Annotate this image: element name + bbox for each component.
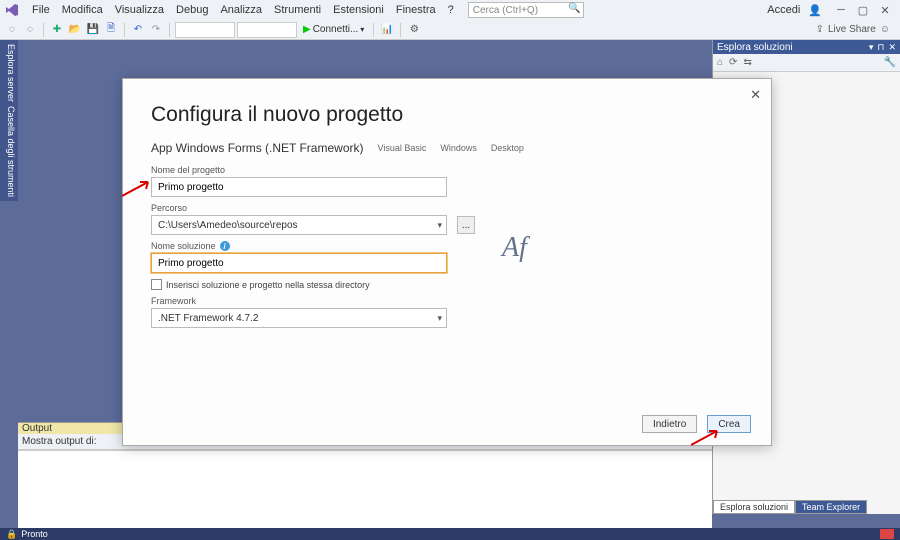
framework-dropdown[interactable]: .NET Framework 4.7.2 bbox=[151, 308, 447, 328]
menubar: File Modifica Visualizza Debug Analizza … bbox=[0, 0, 900, 20]
menu-strumenti[interactable]: Strumenti bbox=[268, 2, 327, 18]
tab-solution-explorer[interactable]: Esplora soluzioni bbox=[713, 500, 795, 514]
info-icon[interactable]: i bbox=[220, 241, 230, 251]
toolbar: ◌ ◌ ✚ 📂 💾 🗎 ↶ ↷ ▶ Connetti... ▾ 📊 ⚙ ⇪ Li… bbox=[0, 20, 900, 40]
vs-logo-icon bbox=[4, 2, 20, 18]
new-icon[interactable]: ✚ bbox=[49, 22, 65, 38]
menu-file[interactable]: File bbox=[26, 2, 56, 18]
back-button[interactable]: Indietro bbox=[642, 415, 697, 433]
menu-modifica[interactable]: Modifica bbox=[56, 2, 109, 18]
save-all-icon[interactable]: 🗎 bbox=[103, 22, 119, 38]
sign-in-link[interactable]: Accedi bbox=[767, 4, 800, 16]
menu-finestra[interactable]: Finestra bbox=[390, 2, 442, 18]
status-ready: Pronto bbox=[21, 529, 48, 539]
menu-debug[interactable]: Debug bbox=[170, 2, 214, 18]
redo-icon[interactable]: ↷ bbox=[148, 22, 164, 38]
menu-analizza[interactable]: Analizza bbox=[214, 2, 268, 18]
sol-home-icon[interactable]: ⌂ bbox=[717, 57, 723, 68]
statusbar: 🔒 Pronto bbox=[0, 528, 900, 540]
tab-team-explorer[interactable]: Team Explorer bbox=[795, 500, 867, 514]
sol-wrench-icon[interactable]: 🔧 bbox=[884, 57, 896, 68]
search-placeholder: Cerca (Ctrl+Q) bbox=[473, 5, 538, 16]
start-label: Connetti... bbox=[313, 24, 359, 35]
status-notification-icon[interactable] bbox=[880, 529, 894, 539]
panel-pin-icon[interactable]: ⊓ bbox=[877, 42, 884, 53]
side-tab-server-explorer[interactable]: Esplora server bbox=[0, 40, 18, 106]
tag-type: Desktop bbox=[491, 143, 524, 153]
sol-refresh-icon[interactable]: ⟳ bbox=[729, 57, 737, 68]
label-location: Percorso bbox=[151, 203, 743, 213]
framework-value: .NET Framework 4.7.2 bbox=[158, 313, 258, 324]
menu-help[interactable]: ? bbox=[442, 2, 460, 18]
solution-explorer-header: Esplora soluzioni ▾ ⊓ ✕ bbox=[713, 40, 900, 54]
feedback-icon[interactable]: ☺ bbox=[880, 24, 890, 35]
side-tab-toolbox[interactable]: Casella degli strumenti bbox=[0, 102, 18, 201]
sol-sync-icon[interactable]: ⇆ bbox=[743, 57, 751, 68]
tag-platform: Windows bbox=[440, 143, 477, 153]
same-directory-label: Inserisci soluzione e progetto nella ste… bbox=[166, 280, 370, 290]
liveshare-label[interactable]: Live Share bbox=[828, 24, 876, 35]
panel-dropdown-icon[interactable]: ▾ bbox=[869, 42, 874, 53]
label-solution-name: Nome soluzione i bbox=[151, 241, 743, 251]
play-icon: ▶ bbox=[303, 24, 311, 35]
location-value: C:\Users\Amedeo\source\repos bbox=[158, 220, 298, 231]
save-icon[interactable]: 💾 bbox=[85, 22, 101, 38]
menu-visualizza[interactable]: Visualizza bbox=[109, 2, 170, 18]
label-project-name: Nome del progetto bbox=[151, 165, 743, 175]
start-button[interactable]: ▶ Connetti... ▾ bbox=[299, 24, 368, 35]
search-input[interactable]: Cerca (Ctrl+Q) 🔍 bbox=[468, 2, 584, 18]
location-dropdown[interactable]: C:\Users\Amedeo\source\repos bbox=[151, 215, 447, 235]
search-icon: 🔍 bbox=[568, 3, 580, 14]
label-framework: Framework bbox=[151, 296, 743, 306]
settings-icon[interactable]: ⚙ bbox=[406, 22, 422, 38]
new-project-dialog: ✕ Configura il nuovo progetto App Window… bbox=[122, 78, 772, 446]
nav-fwd-icon[interactable]: ◌ bbox=[22, 22, 38, 38]
panel-close-icon[interactable]: ✕ bbox=[888, 42, 896, 53]
solution-toolbar: ⌂ ⟳ ⇆ 🔧 bbox=[713, 54, 900, 72]
status-lock-icon: 🔒 bbox=[6, 529, 17, 540]
project-name-input[interactable] bbox=[151, 177, 447, 197]
dialog-close-button[interactable]: ✕ bbox=[750, 87, 761, 103]
output-source-label: Mostra output di: bbox=[22, 436, 96, 447]
dialog-subtitle: App Windows Forms (.NET Framework) bbox=[151, 141, 363, 155]
browse-button[interactable]: ... bbox=[457, 216, 475, 234]
create-button[interactable]: Crea bbox=[707, 415, 751, 433]
menu-estensioni[interactable]: Estensioni bbox=[327, 2, 390, 18]
user-icon[interactable]: 👤 bbox=[808, 4, 822, 17]
solution-name-input[interactable] bbox=[151, 253, 447, 273]
close-button[interactable]: ✕ bbox=[874, 2, 896, 18]
platform-dropdown[interactable] bbox=[237, 22, 297, 38]
config-dropdown[interactable] bbox=[175, 22, 235, 38]
dialog-title: Configura il nuovo progetto bbox=[151, 103, 743, 127]
same-directory-checkbox[interactable] bbox=[151, 279, 162, 290]
tag-language: Visual Basic bbox=[377, 143, 426, 153]
open-icon[interactable]: 📂 bbox=[67, 22, 83, 38]
undo-icon[interactable]: ↶ bbox=[130, 22, 146, 38]
liveshare-icon[interactable]: ⇪ bbox=[816, 24, 824, 35]
output-body bbox=[18, 450, 712, 528]
minimize-button[interactable]: ─ bbox=[830, 2, 852, 18]
chart-icon[interactable]: 📊 bbox=[379, 22, 395, 38]
maximize-button[interactable]: ▢ bbox=[852, 2, 874, 18]
solution-explorer-title: Esplora soluzioni bbox=[717, 42, 793, 53]
nav-back-icon[interactable]: ◌ bbox=[4, 22, 20, 38]
